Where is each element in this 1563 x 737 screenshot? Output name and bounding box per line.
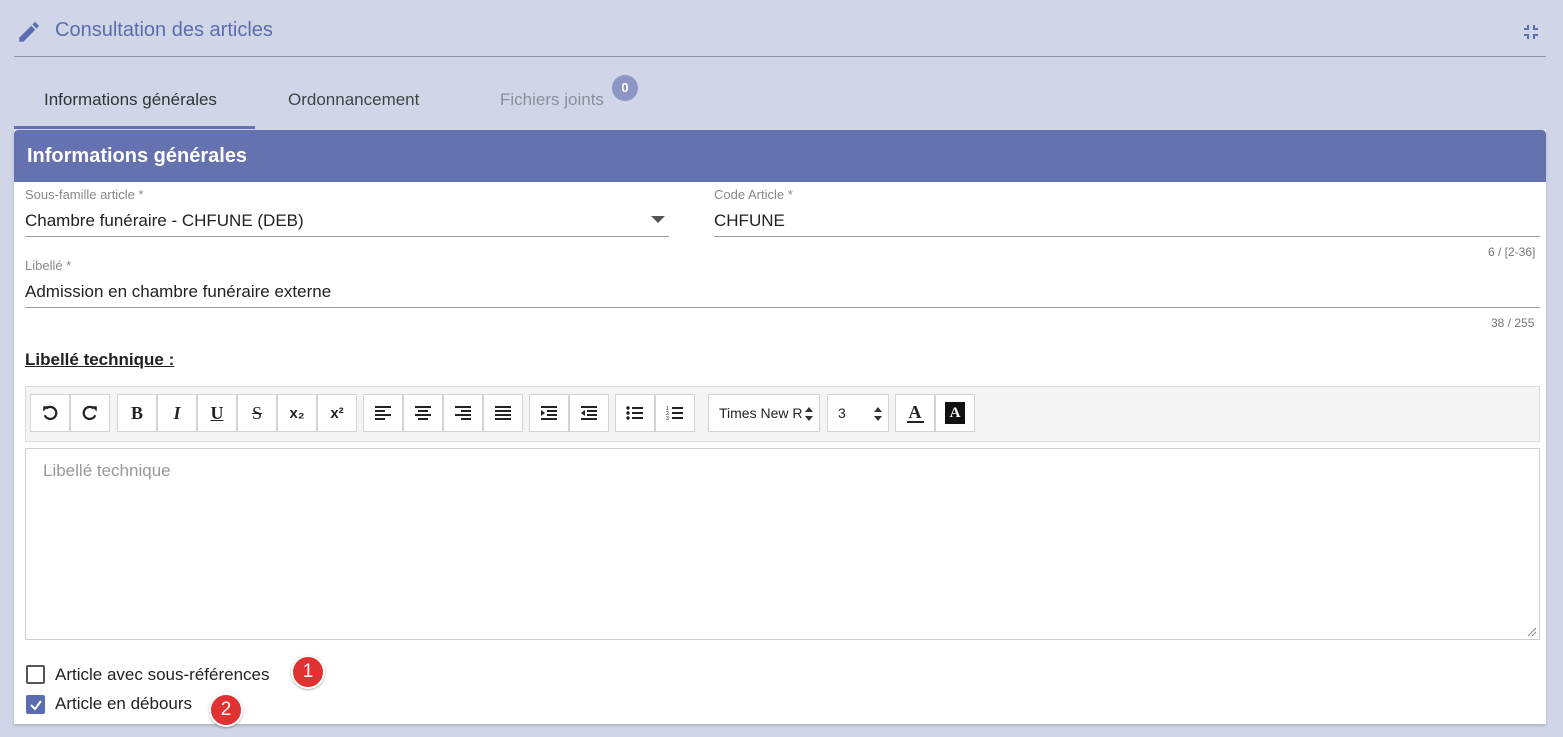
pencil-icon: [19, 22, 39, 42]
code-article-counter: 6 / [2-36]: [1488, 245, 1536, 259]
card-header: Informations générales: [14, 130, 1546, 182]
text-color-icon: A: [906, 402, 924, 423]
libelle-technique-editor[interactable]: Libellé technique: [25, 448, 1540, 640]
background-color-button[interactable]: A: [935, 394, 975, 432]
checkmark-icon: [30, 700, 42, 711]
background-color-icon: A: [945, 402, 965, 424]
indent-icon: [541, 406, 557, 420]
tab-fichiers-joints[interactable]: Fichiers joints: [500, 90, 604, 110]
redo-button[interactable]: [70, 394, 110, 432]
code-article-input[interactable]: CHFUNE: [714, 211, 785, 231]
libelle-input[interactable]: Admission en chambre funéraire externe: [25, 282, 331, 302]
font-family-value: Times New R: [719, 405, 803, 421]
italic-button[interactable]: I: [157, 394, 197, 432]
outdent-icon: [581, 406, 597, 420]
redo-icon: [82, 405, 97, 420]
sous-references-label: Article avec sous-références: [55, 665, 270, 684]
align-left-button[interactable]: [363, 394, 403, 432]
annotation-marker-1: 1: [291, 655, 325, 689]
bullet-list-button[interactable]: [615, 394, 655, 432]
bold-button[interactable]: B: [117, 394, 157, 432]
libelle-counter: 38 / 255: [1491, 316, 1535, 330]
align-center-icon: [415, 406, 431, 420]
code-article-underline: [714, 236, 1540, 237]
bold-icon: B: [130, 402, 143, 423]
editor-placeholder: Libellé technique: [43, 461, 171, 480]
debours-checkbox[interactable]: [26, 695, 45, 714]
numbered-list-button[interactable]: 123: [655, 394, 695, 432]
bullet-list-icon: [626, 406, 643, 420]
strikethrough-button[interactable]: S: [237, 394, 277, 432]
strikethrough-icon: S: [251, 402, 262, 423]
tab-ordonnancement[interactable]: Ordonnancement: [288, 90, 419, 110]
undo-button[interactable]: [30, 394, 70, 432]
debours-label: Article en débours: [55, 694, 193, 713]
libelle-technique-title: Libellé technique :: [25, 350, 175, 369]
card-title: Informations générales: [27, 145, 248, 167]
general-info-card: Informations générales Sous-famille arti…: [14, 130, 1546, 727]
superscript-icon: x²: [330, 404, 344, 422]
resize-grip-icon[interactable]: [1527, 627, 1537, 637]
active-tab-indicator: [14, 126, 255, 129]
dropdown-arrow-icon[interactable]: [651, 216, 665, 223]
sous-famille-underline: [25, 236, 669, 237]
subscript-button[interactable]: x₂: [277, 394, 317, 432]
page-header: Consultation des articles: [0, 0, 1563, 60]
align-left-icon: [375, 406, 391, 420]
editor-toolbar: B I U S x₂ x² 123 Times New R 3 A A: [25, 386, 1540, 442]
svg-text:3: 3: [666, 416, 669, 421]
tab-informations-generales[interactable]: Informations générales: [44, 90, 217, 110]
underline-icon: U: [210, 402, 224, 423]
align-justify-button[interactable]: [483, 394, 523, 432]
underline-button[interactable]: U: [197, 394, 237, 432]
subscript-icon: x₂: [289, 404, 305, 422]
align-right-icon: [455, 406, 471, 420]
align-right-button[interactable]: [443, 394, 483, 432]
align-center-button[interactable]: [403, 394, 443, 432]
attachments-count-badge: 0: [612, 75, 638, 101]
collapse-icon[interactable]: [1519, 20, 1543, 44]
undo-icon: [43, 405, 58, 420]
outdent-button[interactable]: [569, 394, 609, 432]
font-size-value: 3: [838, 405, 846, 421]
font-family-select[interactable]: Times New R: [708, 394, 820, 432]
libelle-label: Libellé *: [25, 258, 72, 273]
sous-famille-label: Sous-famille article *: [25, 187, 144, 202]
annotation-marker-2: 2: [209, 693, 243, 727]
select-arrows-icon: [874, 407, 882, 421]
indent-button[interactable]: [529, 394, 569, 432]
sous-famille-select[interactable]: Chambre funéraire - CHFUNE (DEB): [25, 211, 304, 231]
select-arrows-icon: [805, 407, 813, 421]
font-size-select[interactable]: 3: [827, 394, 889, 432]
code-article-label: Code Article *: [714, 187, 793, 202]
text-color-button[interactable]: A: [895, 394, 935, 432]
superscript-button[interactable]: x²: [317, 394, 357, 432]
sous-references-checkbox[interactable]: [26, 665, 45, 684]
header-divider: [14, 56, 1546, 57]
italic-icon: I: [173, 402, 181, 423]
page-title: Consultation des articles: [55, 19, 273, 41]
libelle-underline: [25, 307, 1540, 308]
numbered-list-icon: 123: [666, 406, 683, 421]
align-justify-icon: [495, 406, 511, 420]
tab-bar: Informations générales Ordonnancement Fi…: [14, 70, 714, 130]
